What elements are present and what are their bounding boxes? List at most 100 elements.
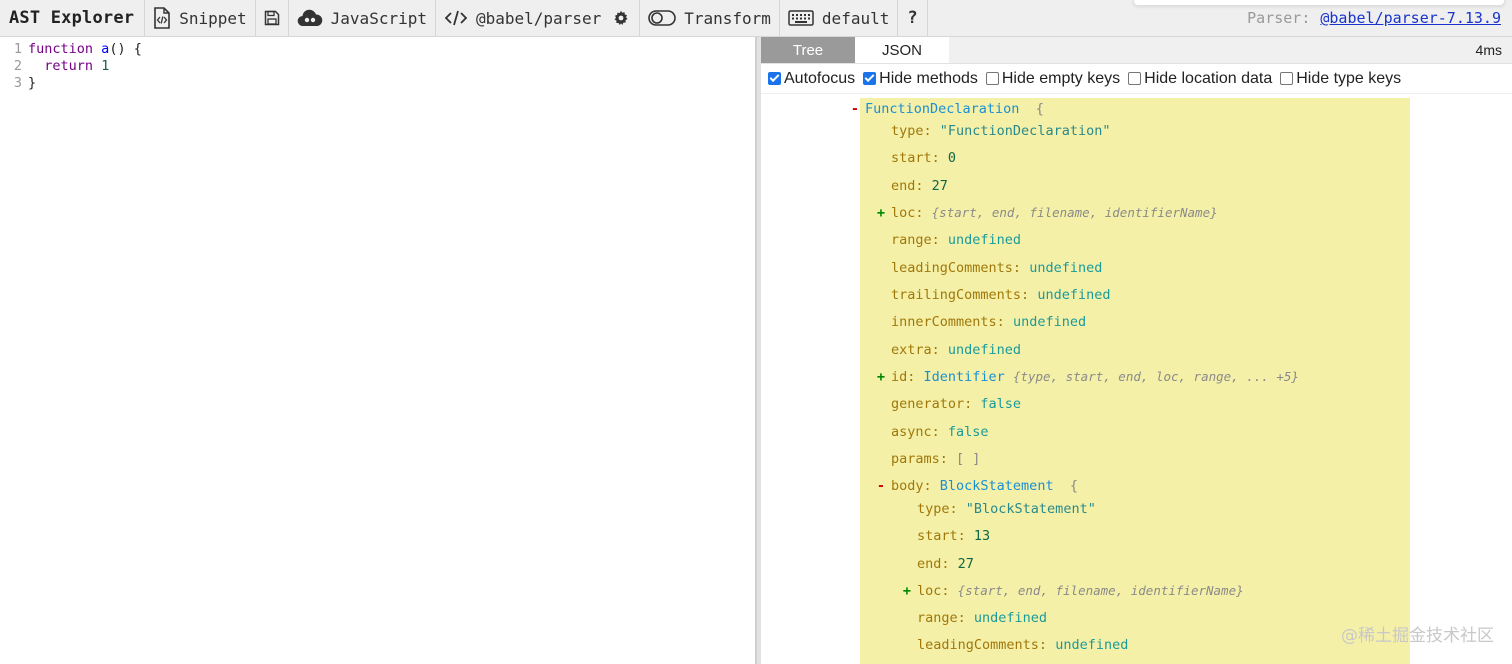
collapse-toggle[interactable]: -: [875, 477, 887, 495]
checkbox[interactable]: [768, 72, 781, 85]
keymap-label: default: [821, 8, 890, 28]
code-token: () {: [109, 41, 142, 57]
app-title: AST Explorer: [0, 0, 146, 36]
checkbox[interactable]: [985, 72, 999, 85]
tree-node[interactable]: generator: false: [891, 395, 1021, 413]
ast-output-panel: Tree JSON 4ms Autofocus Hide methods Hide …: [761, 37, 1512, 664]
node-key: async: [891, 424, 932, 440]
node-colon: :: [915, 178, 932, 194]
tree-node[interactable]: range: undefined: [917, 609, 1047, 627]
checkbox[interactable]: [1128, 72, 1142, 85]
tree-node[interactable]: type: "FunctionDeclaration": [891, 122, 1110, 140]
tree-node[interactable]: end: 27: [891, 177, 948, 195]
expand-toggle[interactable]: +: [875, 368, 887, 386]
tree-node[interactable]: start: 0: [891, 149, 956, 167]
tree-node[interactable]: + loc: {start, end, filename, identifierN…: [877, 204, 1218, 222]
save-button[interactable]: [256, 0, 289, 36]
node-colon: :: [941, 556, 958, 572]
parser-selector[interactable]: @babel/parser: [436, 0, 609, 36]
option-hide-empty-keys[interactable]: Hide empty keys: [985, 70, 1120, 88]
keymap-selector[interactable]: default: [780, 0, 899, 36]
node-summary: {start, end, filename, identifierName}: [957, 583, 1244, 598]
help-button[interactable]: ?: [898, 0, 928, 36]
node-brace: {: [1061, 478, 1078, 494]
node-key: start: [891, 150, 932, 166]
node-key: innerComments: [891, 314, 997, 330]
tree-node[interactable]: - body: BlockStatement {: [877, 477, 1078, 495]
expand-toggle[interactable]: +: [875, 204, 887, 222]
option-autofocus[interactable]: Autofocus: [768, 70, 855, 88]
tree-node[interactable]: start: 13: [917, 527, 990, 545]
code-line[interactable]: 1 function a() {: [0, 41, 755, 58]
code-text: return 1: [28, 58, 109, 75]
code-line[interactable]: 3}: [0, 75, 755, 92]
output-tabs: Tree JSON 4ms: [761, 37, 1512, 64]
option-hide-location-data[interactable]: Hide location data: [1128, 70, 1272, 88]
checkbox[interactable]: [863, 72, 877, 85]
tree-node[interactable]: type: "BlockStatement": [917, 500, 1096, 518]
code-text: }: [28, 75, 36, 92]
node-key: leadingComments: [917, 637, 1039, 653]
snippet-menu[interactable]: Snippet: [145, 0, 256, 36]
transform-toggle[interactable]: Transform: [640, 0, 780, 36]
file-code-icon: [153, 7, 171, 29]
code-token: function: [28, 41, 94, 57]
language-selector[interactable]: JavaScript: [289, 0, 436, 36]
code-line[interactable]: 2 return 1: [0, 58, 755, 75]
node-key: trailingComments: [891, 287, 1022, 303]
node-key: type: [917, 501, 950, 517]
node-summary: {start, end, filename, identifierName}: [931, 205, 1218, 220]
tree-node[interactable]: end: 27: [917, 555, 974, 573]
node-colon: :: [1012, 260, 1030, 276]
node-value: 0: [947, 150, 957, 166]
tree-node[interactable]: innerComments: undefined: [891, 313, 1086, 331]
node-colon: :: [931, 342, 948, 358]
language-label: JavaScript: [330, 8, 427, 28]
node-key: leadingComments: [891, 260, 1013, 276]
node-value: "BlockStatement": [965, 501, 1096, 517]
tree-node[interactable]: params: [ ]: [891, 450, 980, 468]
node-value: undefined: [947, 232, 1022, 248]
tab-json[interactable]: JSON: [855, 37, 949, 63]
tree-node[interactable]: leadingComments: undefined: [917, 636, 1128, 654]
code-token: }: [28, 75, 37, 91]
tree-node[interactable]: leadingComments: undefined: [891, 259, 1102, 277]
option-label: Hide type keys: [1296, 69, 1402, 87]
tree-node[interactable]: + loc: {start, end, filename, identifierN…: [903, 582, 1244, 600]
node-value: [ ]: [956, 451, 981, 467]
node-colon: :: [923, 123, 940, 139]
node-colon: :: [939, 451, 957, 467]
option-label: Hide methods: [879, 69, 978, 87]
floppy-disk-icon: [264, 10, 280, 26]
option-label: Autofocus: [784, 69, 856, 87]
collapse-toggle[interactable]: -: [849, 100, 861, 118]
parser-version-link[interactable]: @babel/parser-7.13.9: [1320, 9, 1501, 27]
tree-node[interactable]: + id: Identifier {type, start, end, loc, …: [877, 368, 1299, 386]
parser-settings-button[interactable]: [609, 0, 641, 36]
parse-time: 4ms: [1475, 42, 1502, 58]
option-hide-type-keys[interactable]: Hide type keys: [1280, 70, 1401, 88]
node-key: body: [891, 478, 924, 494]
node-value: undefined: [1037, 287, 1111, 303]
node-colon: :: [915, 205, 932, 221]
tree-node[interactable]: extra: undefined: [891, 341, 1021, 359]
node-colon: :: [907, 369, 924, 385]
node-key: range: [891, 232, 932, 248]
option-hide-methods[interactable]: Hide methods: [863, 70, 978, 88]
tree-node[interactable]: async: false: [891, 423, 989, 441]
code-editor[interactable]: 1 function a() {2 return 1 3}: [0, 37, 756, 664]
tree-node[interactable]: - FunctionDeclaration {: [851, 100, 1044, 118]
node-colon: :: [941, 583, 958, 599]
checkbox[interactable]: [1280, 72, 1294, 85]
node-colon: :: [931, 150, 948, 166]
tree-options: Autofocus Hide methods Hide empty keys Hide…: [761, 64, 1512, 94]
code-token: 1: [101, 58, 110, 74]
tree-node[interactable]: range: undefined: [891, 231, 1021, 249]
tree-node[interactable]: trailingComments: undefined: [891, 286, 1110, 304]
tab-tree[interactable]: Tree: [761, 37, 855, 63]
expand-toggle[interactable]: +: [901, 582, 913, 600]
node-key: generator: [891, 396, 965, 412]
node-value: "FunctionDeclaration": [939, 123, 1111, 139]
